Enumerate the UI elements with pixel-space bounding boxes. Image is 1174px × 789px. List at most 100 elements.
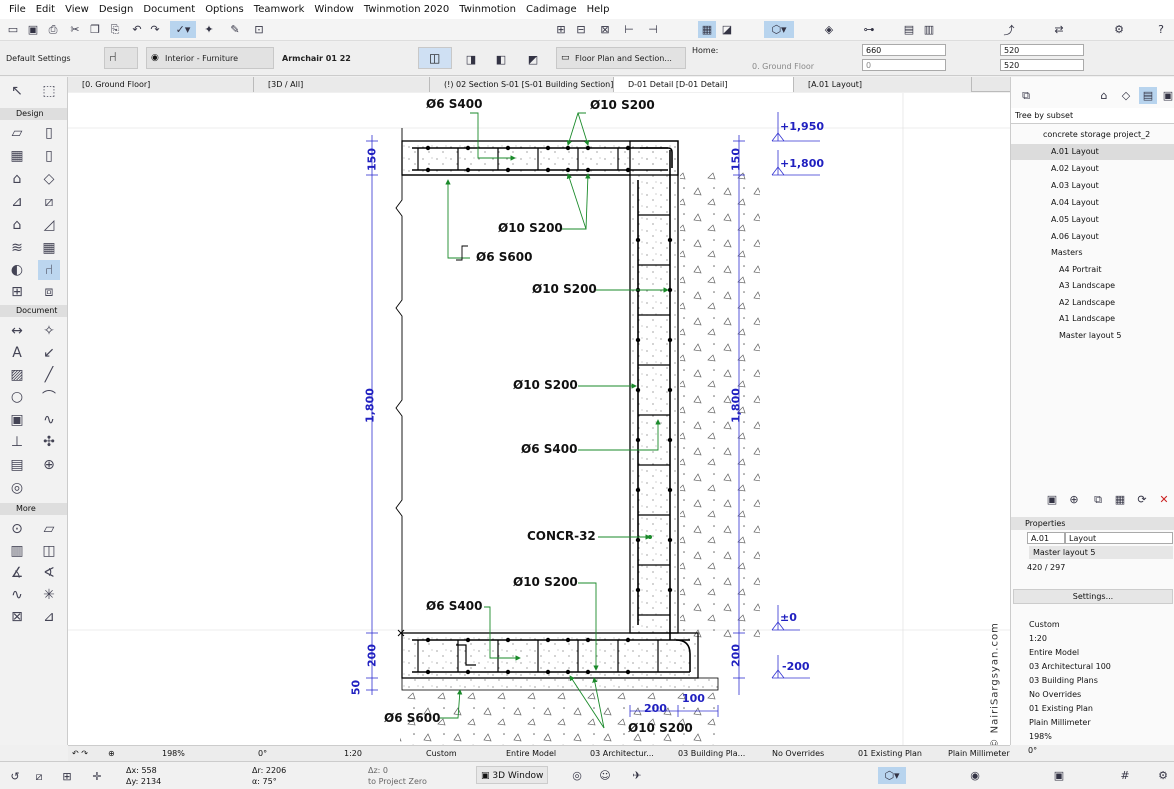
guide-icon[interactable]: ⧄ [30, 768, 48, 785]
layout-id-field[interactable]: A.01 [1027, 532, 1065, 544]
hotspot-icon[interactable]: ✣ [38, 432, 60, 452]
ungroup-icon[interactable]: ⊟ [572, 21, 590, 38]
window-icon[interactable]: ▯ [38, 146, 60, 166]
figure-icon[interactable]: ▣ [6, 410, 28, 430]
redo-icon[interactable]: ↷ [146, 21, 164, 38]
fill-icon[interactable]: ▨ [6, 365, 28, 385]
undo-view-icon[interactable]: ↶ ↷ [72, 746, 88, 762]
wall-end-icon[interactable]: ▥ [6, 541, 28, 561]
zone-icon[interactable]: ⊞ [6, 282, 28, 302]
dimension-icon[interactable]: ↔ [6, 321, 28, 341]
properties-header[interactable]: Properties [1011, 517, 1174, 530]
rebar-label[interactable]: Ø6 S400 [426, 599, 482, 613]
cut-icon[interactable]: ✂ [66, 21, 84, 38]
angle-value[interactable]: 0° [258, 746, 267, 762]
fly-icon[interactable]: ✈ [628, 767, 646, 784]
magic-wand-icon[interactable]: ✦ [200, 21, 218, 38]
section-marker-icon[interactable]: ⊥ [6, 432, 28, 452]
master-item[interactable]: A2 Landscape [1011, 295, 1174, 311]
tab-layout[interactable]: [A.01 Layout] [794, 77, 972, 92]
3d-window-button[interactable]: ▣ 3D Window [476, 766, 549, 784]
menu-options[interactable]: Options [200, 0, 249, 19]
wall-icon[interactable]: ▱ [6, 123, 28, 143]
freeform-icon[interactable]: ∿ [6, 585, 28, 605]
skylight-icon[interactable]: ▱ [38, 519, 60, 539]
render-mode-icon[interactable]: ⬡▾ [878, 767, 906, 784]
help-icon[interactable]: ? [1152, 21, 1170, 38]
curtain-wall-icon[interactable]: ▦ [38, 238, 60, 258]
layer-selector[interactable]: ◉ Interior - Furniture [146, 47, 274, 69]
tab-ground-floor[interactable]: [0. Ground Floor] [68, 77, 254, 92]
morph-icon[interactable]: ◐ [6, 260, 28, 280]
property-row[interactable]: 03 Building Plans [1013, 674, 1173, 687]
view-3d-icon[interactable]: ◨ [462, 51, 480, 68]
layout-item[interactable]: A.04 Layout [1011, 195, 1174, 211]
detail-drawing-canvas[interactable]: Ø6 S400 Ø10 S200 Ø10 S200 Ø6 S600 Ø10 S2… [68, 93, 1010, 745]
zoom-value[interactable]: 198% [162, 746, 185, 762]
new-file-icon[interactable]: ▭ [4, 21, 22, 38]
master-item[interactable]: A4 Portrait [1011, 262, 1174, 278]
width-field[interactable]: 520 [1000, 44, 1084, 56]
layout-item[interactable]: A.01 Layout [1011, 144, 1174, 160]
menu-cadimage[interactable]: Cadimage [521, 0, 582, 19]
folder-icon[interactable]: ▦ [1111, 491, 1129, 508]
property-row[interactable]: Custom [1013, 618, 1173, 631]
model-value[interactable]: Entire Model [506, 746, 556, 762]
toolbox-design-header[interactable]: Design [0, 108, 67, 120]
view-map-2-icon[interactable]: ◇ [1117, 87, 1135, 104]
render-icon[interactable]: ⬡▾ [764, 21, 794, 38]
line-icon[interactable]: ╱ [38, 365, 60, 385]
floor-plan-section-button[interactable]: ▭ Floor Plan and Section... [556, 47, 686, 69]
project-root[interactable]: concrete storage project_2 [1011, 127, 1174, 143]
layout-item[interactable]: A.02 Layout [1011, 161, 1174, 177]
toolbox-more-header[interactable]: More [0, 503, 67, 515]
concrete-label[interactable]: CONCR-32 [527, 529, 596, 543]
paste-icon[interactable]: ⎘ [106, 21, 124, 38]
new-layout-icon[interactable]: ▣ [1043, 491, 1061, 508]
arrow-icon[interactable]: ↖ [6, 81, 28, 101]
offset-field[interactable]: 0 [862, 59, 946, 71]
slab-icon[interactable]: ◇ [38, 169, 60, 189]
lamp-more-icon[interactable]: ✳ [38, 585, 60, 605]
group-icon[interactable]: ⊞ [552, 21, 570, 38]
roof-icon[interactable]: ⌂ [6, 215, 28, 235]
menu-view[interactable]: View [60, 0, 94, 19]
radial-dim-icon[interactable]: ∢ [38, 563, 60, 583]
height-field[interactable]: 660 [862, 44, 946, 56]
circle-icon[interactable]: ○ [6, 387, 28, 407]
rebar-label[interactable]: Ø10 S200 [532, 282, 597, 296]
scale-value[interactable]: 1:20 [344, 746, 362, 762]
object-tool-icon[interactable]: ⑁ [38, 260, 60, 280]
view-map-icon[interactable]: ⌂ [1095, 87, 1113, 104]
save-icon[interactable]: ▣ [24, 21, 42, 38]
elevation-icon[interactable]: ▥ [920, 21, 938, 38]
marquee-icon[interactable]: ⬚ [38, 81, 60, 101]
label-icon[interactable]: ↙ [38, 343, 60, 363]
spline-icon[interactable]: ∿ [38, 410, 60, 430]
masters-folder[interactable]: Masters [1011, 245, 1174, 261]
menu-help[interactable]: Help [582, 0, 615, 19]
layout-item[interactable]: A.03 Layout [1011, 178, 1174, 194]
depth-field[interactable]: 520 [1000, 59, 1084, 71]
copy-icon[interactable]: ❐ [86, 21, 104, 38]
walk-icon[interactable]: ☺ [596, 767, 614, 784]
rebar-label[interactable]: Ø6 S400 [426, 97, 482, 111]
menu-file[interactable]: File [4, 0, 31, 19]
rebar-label[interactable]: Ø10 S200 [590, 98, 655, 112]
zoom-icon[interactable]: ⊕ [108, 746, 115, 762]
menu-teamwork[interactable]: Teamwork [249, 0, 310, 19]
layout-item[interactable]: A.05 Layout [1011, 212, 1174, 228]
toolbox-document-header[interactable]: Document [0, 305, 67, 317]
property-row[interactable]: 03 Architectural 100 [1013, 660, 1173, 673]
project-map-icon[interactable]: ⧉ [1017, 87, 1035, 104]
camera-view-icon[interactable]: ◉ [966, 767, 984, 784]
drawing-icon[interactable]: ▤ [6, 455, 28, 475]
menu-window[interactable]: Window [309, 0, 358, 19]
corner-window-icon[interactable]: ◫ [38, 541, 60, 561]
beam-icon[interactable]: ▦ [6, 146, 28, 166]
settings-small-icon[interactable]: ⚙ [1154, 767, 1172, 784]
section-view-icon[interactable]: ◪ [718, 21, 736, 38]
undo-icon[interactable]: ↶ [128, 21, 146, 38]
rebar-label[interactable]: Ø10 S200 [513, 575, 578, 589]
door-icon[interactable]: ⌂ [6, 169, 28, 189]
